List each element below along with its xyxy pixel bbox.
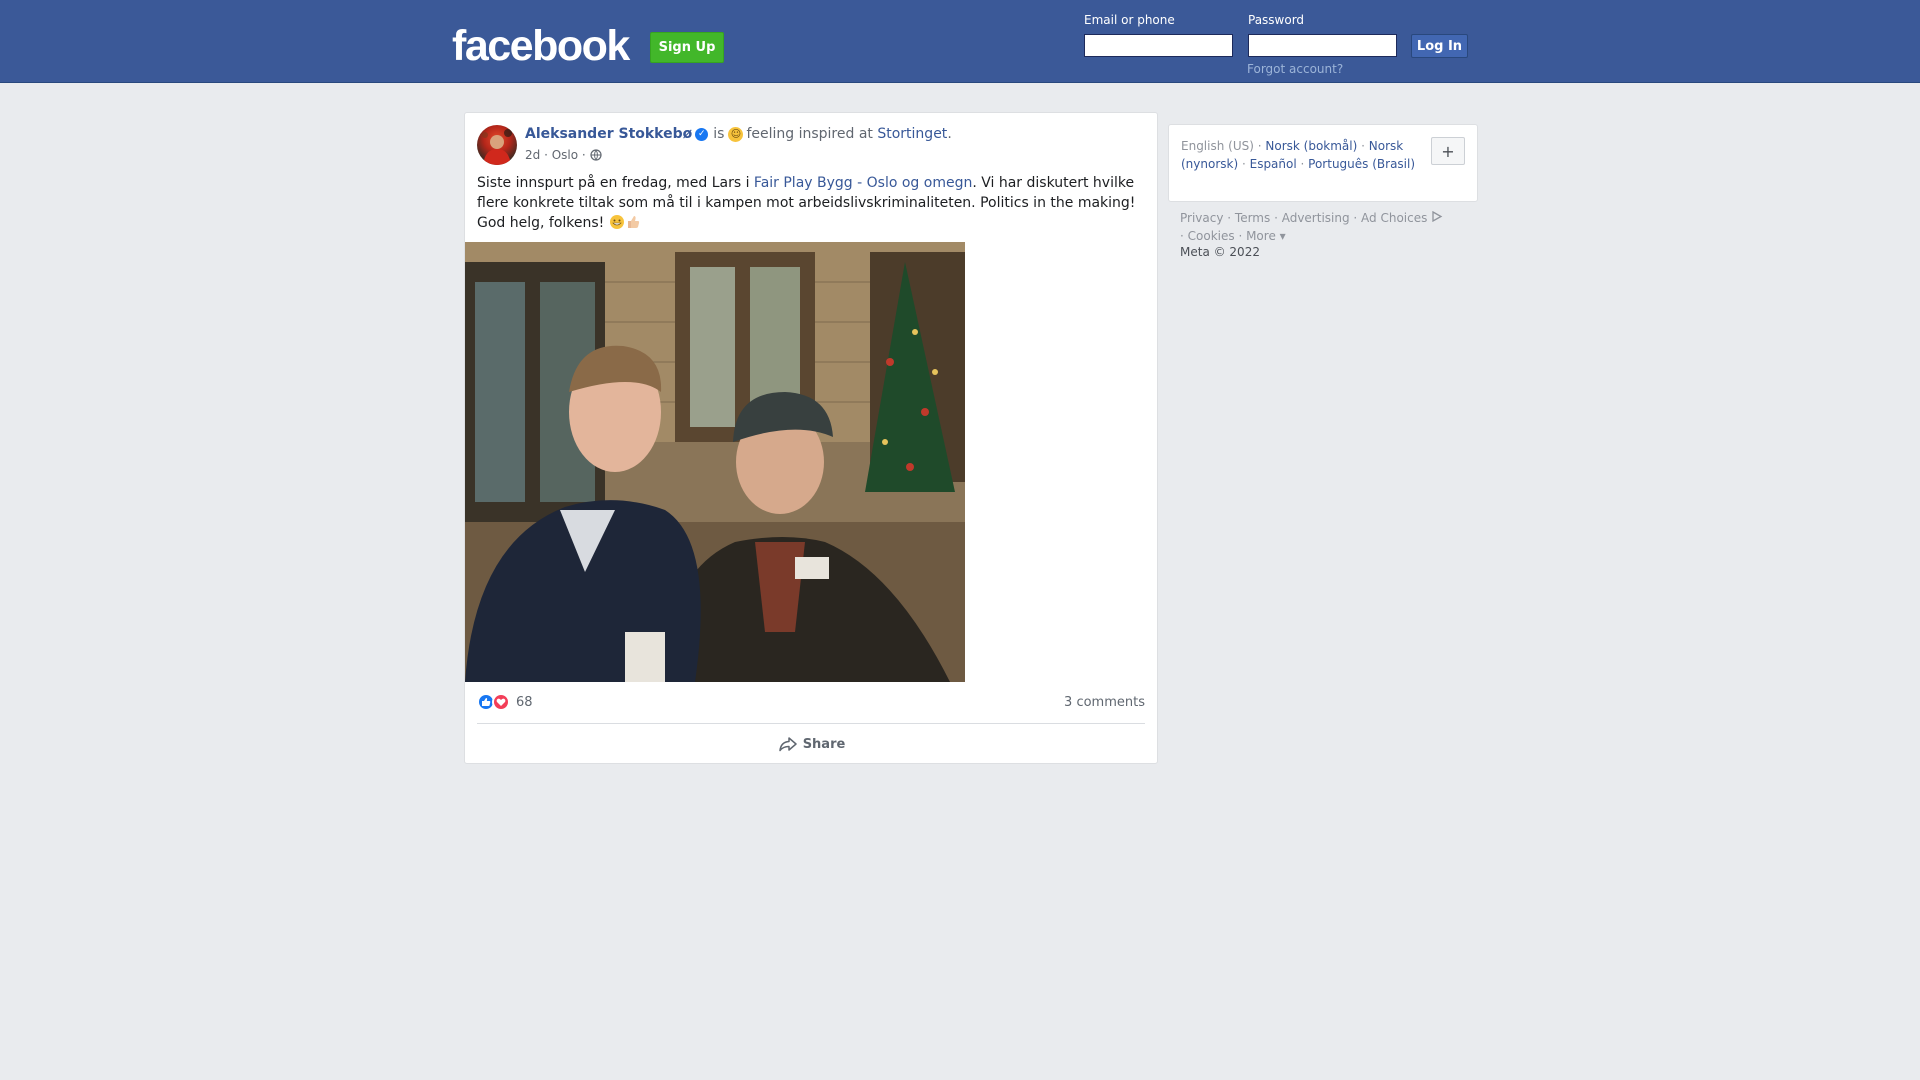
feeling-text: feeling inspired at bbox=[746, 126, 873, 142]
verified-badge-icon: ✓ bbox=[695, 127, 709, 141]
reactions-summary[interactable]: 68 bbox=[477, 693, 533, 711]
top-bar: facebook Sign Up Email or phone Password… bbox=[0, 0, 1920, 83]
email-label: Email or phone bbox=[1084, 13, 1175, 27]
password-label: Password bbox=[1248, 13, 1305, 27]
love-reaction-icon bbox=[492, 693, 510, 711]
thumbs-up-emoji-icon bbox=[627, 216, 639, 228]
post-body: Siste innspurt på en fredag, med Lars i … bbox=[477, 173, 1145, 233]
ad-choices-icon bbox=[1432, 210, 1443, 223]
privacy-link[interactable]: Privacy bbox=[1180, 211, 1223, 225]
email-input[interactable] bbox=[1084, 34, 1233, 57]
language-portugues-brasil[interactable]: Português (Brasil) bbox=[1308, 157, 1415, 171]
meta-separator: · bbox=[540, 148, 552, 162]
plus-icon: + bbox=[1441, 141, 1455, 161]
signup-button[interactable]: Sign Up bbox=[650, 32, 724, 63]
facebook-logo[interactable]: facebook bbox=[452, 22, 630, 71]
feeling-emoji-icon: ☺ bbox=[728, 126, 744, 142]
comments-count[interactable]: 3 comments bbox=[1064, 695, 1145, 710]
post-card: Aleksander Stokkebø ✓ is ☺ feeling inspi… bbox=[464, 112, 1158, 764]
action-divider bbox=[477, 723, 1145, 724]
login-button[interactable]: Log In bbox=[1411, 34, 1468, 58]
terms-link[interactable]: Terms bbox=[1235, 211, 1270, 225]
share-label: Share bbox=[802, 736, 846, 752]
author-link[interactable]: Aleksander Stokkebø bbox=[525, 126, 692, 142]
avatar[interactable] bbox=[477, 125, 517, 165]
reaction-count: 68 bbox=[516, 694, 533, 710]
cookies-link[interactable]: Cookies bbox=[1188, 229, 1235, 243]
advertising-link[interactable]: Advertising bbox=[1282, 211, 1350, 225]
language-list: English (US) · Norsk (bokmål) · Norsk (n… bbox=[1181, 139, 1416, 171]
post-meta: 2d · Oslo · bbox=[525, 148, 602, 162]
more-languages-button[interactable]: + bbox=[1431, 137, 1465, 165]
meta-separator: · bbox=[578, 148, 586, 162]
mention-link[interactable]: Fair Play Bygg - Oslo og omegn bbox=[754, 175, 972, 191]
language-selector: English (US) · Norsk (bokmål) · Norsk (n… bbox=[1168, 124, 1478, 202]
grin-emoji-icon bbox=[609, 215, 624, 229]
copyright: Meta © 2022 bbox=[1180, 245, 1260, 259]
place-link[interactable]: Stortinget bbox=[877, 126, 947, 142]
more-link[interactable]: More bbox=[1246, 229, 1276, 243]
forgot-account-link[interactable]: Forgot account? bbox=[1247, 62, 1343, 76]
language-norsk-bokmal[interactable]: Norsk (bokmål) bbox=[1265, 139, 1357, 153]
post-photo[interactable] bbox=[465, 242, 965, 682]
post-location[interactable]: Oslo bbox=[552, 148, 578, 162]
globe-icon bbox=[590, 149, 602, 161]
more-dropdown-icon: ▾ bbox=[1279, 229, 1286, 243]
period-text: . bbox=[947, 126, 952, 142]
is-text: is bbox=[713, 126, 725, 142]
password-input[interactable] bbox=[1248, 34, 1397, 57]
language-espanol[interactable]: Español bbox=[1250, 157, 1297, 171]
ad-choices-link[interactable]: Ad Choices bbox=[1361, 211, 1427, 225]
footer-links: Privacy · Terms · Advertising · Ad Choic… bbox=[1180, 209, 1480, 245]
language-english-us: English (US) bbox=[1181, 139, 1254, 153]
share-button[interactable]: Share bbox=[465, 729, 1159, 759]
share-icon bbox=[778, 737, 797, 752]
post-header: Aleksander Stokkebø ✓ is ☺ feeling inspi… bbox=[525, 126, 952, 142]
post-text-part1: Siste innspurt på en fredag, med Lars i bbox=[477, 175, 750, 191]
post-time[interactable]: 2d bbox=[525, 148, 540, 162]
